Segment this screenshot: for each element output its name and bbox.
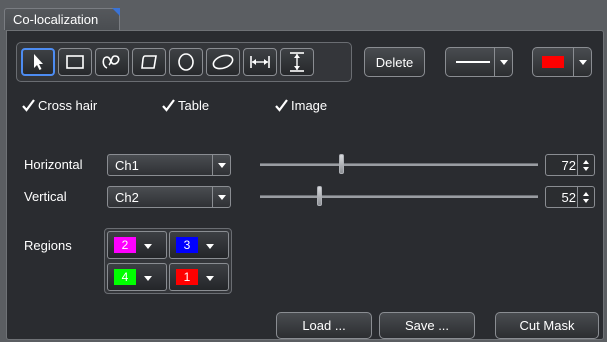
spin-down-icon bbox=[583, 166, 589, 171]
cross-hair-label: Cross hair bbox=[38, 98, 98, 113]
co-localization-panel: Co-localization Delete Cross hair Table … bbox=[0, 0, 607, 342]
tab-label: Co-localization bbox=[13, 12, 99, 27]
select-arrow-icon bbox=[34, 54, 43, 70]
table-checkbox[interactable]: Table bbox=[162, 98, 209, 113]
color-dropdown[interactable] bbox=[532, 47, 592, 77]
spin-up-icon bbox=[583, 191, 589, 196]
region-swatch: 2 bbox=[114, 237, 136, 253]
region-swatch: 3 bbox=[176, 237, 198, 253]
vertical-spinbox[interactable]: 52 bbox=[545, 186, 595, 208]
region-swatch: 4 bbox=[114, 269, 136, 285]
horizontal-distance-icon bbox=[250, 56, 270, 68]
vertical-slider-track[interactable] bbox=[260, 195, 538, 198]
horizontal-spinbox[interactable]: 72 bbox=[545, 154, 595, 176]
vertical-value: 52 bbox=[561, 190, 576, 205]
horizontal-label: Horizontal bbox=[24, 157, 83, 172]
horizontal-spin-arrows[interactable] bbox=[577, 155, 594, 175]
horizontal-channel-select[interactable]: Ch1 bbox=[107, 154, 231, 176]
delete-button[interactable]: Delete bbox=[364, 47, 425, 77]
chevron-down-icon bbox=[206, 276, 214, 281]
table-label: Table bbox=[178, 98, 210, 113]
ellipse-icon bbox=[178, 53, 194, 71]
region-swatch: 1 bbox=[176, 269, 198, 285]
checkmark-icon bbox=[162, 99, 175, 112]
region-dropdown[interactable]: 4 bbox=[107, 263, 167, 291]
horizontal-channel-value: Ch1 bbox=[115, 158, 139, 173]
image-checkbox[interactable]: Image bbox=[275, 98, 327, 113]
chevron-down-icon bbox=[144, 276, 152, 281]
freehand-loop-icon bbox=[102, 55, 120, 69]
color-swatch bbox=[542, 56, 564, 68]
chevron-down-icon bbox=[578, 59, 587, 65]
chevron-down-icon bbox=[217, 162, 226, 168]
image-label: Image bbox=[291, 98, 328, 113]
oval-icon bbox=[212, 54, 234, 70]
region-dropdown[interactable]: 2 bbox=[107, 231, 167, 259]
vertical-channel-select[interactable]: Ch2 bbox=[107, 186, 231, 208]
horizontal-slider-thumb[interactable] bbox=[339, 154, 344, 174]
load-button[interactable]: Load ... bbox=[276, 312, 372, 339]
oval-tool[interactable] bbox=[206, 48, 240, 76]
horizontal-value: 72 bbox=[561, 158, 576, 173]
color-arrow bbox=[573, 48, 591, 76]
select-arrow-tool[interactable] bbox=[21, 48, 55, 76]
rectangle-icon bbox=[66, 55, 84, 69]
vertical-slider-thumb[interactable] bbox=[317, 186, 322, 206]
line-style-arrow bbox=[494, 48, 512, 76]
ellipse-tool[interactable] bbox=[169, 48, 203, 76]
freehand-loop-tool[interactable] bbox=[95, 48, 129, 76]
spin-down-icon bbox=[583, 198, 589, 203]
horizontal-channel-arrow bbox=[212, 155, 230, 175]
checkmark-icon bbox=[275, 99, 288, 112]
tab-co-localization[interactable]: Co-localization bbox=[4, 8, 120, 30]
vertical-label: Vertical bbox=[24, 189, 67, 204]
region-dropdown[interactable]: 1 bbox=[169, 263, 229, 291]
chevron-down-icon bbox=[144, 244, 152, 249]
vertical-channel-arrow bbox=[212, 187, 230, 207]
vertical-channel-value: Ch2 bbox=[115, 190, 139, 205]
cross-hair-checkbox[interactable]: Cross hair bbox=[22, 98, 97, 113]
rounded-rectangle-icon bbox=[141, 55, 157, 69]
regions-grid: 2 3 4 1 bbox=[104, 228, 232, 294]
chevron-down-icon bbox=[499, 59, 508, 65]
drawing-toolbar bbox=[16, 42, 352, 82]
rectangle-tool[interactable] bbox=[58, 48, 92, 76]
vertical-distance-icon bbox=[290, 52, 304, 72]
chevron-down-icon bbox=[206, 244, 214, 249]
checkmark-icon bbox=[22, 99, 35, 112]
rounded-rectangle-tool[interactable] bbox=[132, 48, 166, 76]
regions-label: Regions bbox=[24, 238, 72, 253]
cut-mask-button[interactable]: Cut Mask bbox=[495, 312, 599, 339]
vertical-spin-arrows[interactable] bbox=[577, 187, 594, 207]
horizontal-distance-tool[interactable] bbox=[243, 48, 277, 76]
horizontal-slider-track[interactable] bbox=[260, 163, 538, 166]
vertical-distance-tool[interactable] bbox=[280, 48, 314, 76]
region-dropdown[interactable]: 3 bbox=[169, 231, 229, 259]
save-button[interactable]: Save ... bbox=[379, 312, 475, 339]
chevron-down-icon bbox=[217, 194, 226, 200]
spin-up-icon bbox=[583, 159, 589, 164]
tab-corner-marker bbox=[112, 8, 120, 16]
line-style-dropdown[interactable] bbox=[445, 47, 513, 77]
line-style-preview bbox=[456, 61, 490, 63]
